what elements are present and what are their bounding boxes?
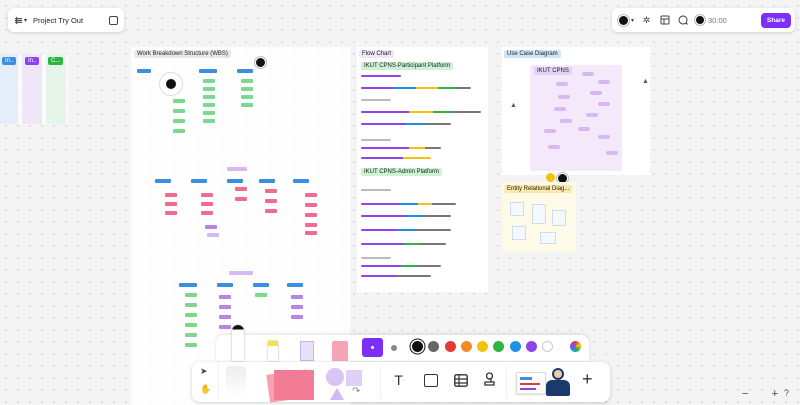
sticky-notes-tool[interactable] (264, 368, 316, 403)
select-cursor-icon[interactable]: ➤ (200, 366, 208, 377)
hand-pan-icon[interactable]: ✋ (200, 384, 211, 395)
color-swatch-red[interactable] (444, 341, 456, 352)
share-button[interactable]: Share (760, 12, 791, 28)
flow-subtitle: IKUT CPNS-Admin Platform (361, 168, 442, 176)
bottom-dock: ➤ ✋ ↷ · T · + (192, 362, 610, 403)
connector-icon[interactable]: ↷ (352, 386, 360, 397)
zoom-out-button[interactable]: − (742, 388, 748, 400)
marker-tool[interactable] (300, 341, 314, 361)
actor-icon: ▲ (642, 78, 649, 85)
eraser-tool[interactable] (332, 341, 348, 361)
tag-item[interactable]: In.. (2, 57, 17, 65)
color-swatch-black[interactable] (412, 341, 423, 352)
zoom-in-button[interactable]: + (772, 388, 778, 400)
frame-tool-icon[interactable] (424, 374, 438, 387)
actor-icon: ▲ (510, 102, 517, 109)
stamp-tool-icon[interactable] (483, 372, 496, 393)
text-tool[interactable]: · T · (392, 372, 405, 388)
erd-frame[interactable]: Entity Relational Diag... (502, 182, 576, 252)
color-swatch-blue[interactable] (509, 341, 521, 352)
magic-wand-icon[interactable]: ✲ (641, 15, 652, 26)
color-swatch-gray[interactable] (428, 341, 440, 352)
usecase-frame[interactable]: Use Case Diagram IKUT CPNS ▲ ▲ (502, 47, 650, 184)
collaborator-avatar (695, 15, 706, 25)
frame-title: Entity Relational Diag... (504, 185, 573, 193)
add-icon[interactable]: + (582, 369, 593, 390)
stroke-size[interactable] (391, 345, 397, 351)
tag-item[interactable]: C... (48, 57, 64, 65)
main-menu-button[interactable]: ▾ (14, 16, 27, 25)
color-picker-icon[interactable] (570, 341, 581, 352)
help-button[interactable]: ? (784, 388, 789, 398)
color-swatch-yellow[interactable] (477, 341, 489, 352)
project-bar: ▾ Project Try Out (8, 8, 124, 32)
collaborator-avatar (255, 57, 266, 68)
system-title: IKUT CPNS (534, 67, 572, 75)
highlighter-tool[interactable] (268, 341, 278, 361)
color-swatch-purple[interactable] (526, 341, 538, 352)
pen-tool[interactable] (232, 325, 244, 361)
tag-item[interactable]: In.. (25, 57, 40, 65)
templates-tool[interactable] (516, 368, 574, 398)
avatar (618, 14, 629, 26)
layers-icon (14, 16, 23, 24)
table-tool-icon[interactable] (454, 374, 468, 392)
drawing-tray (216, 325, 589, 361)
color-swatch-white[interactable] (542, 341, 554, 352)
color-swatch-orange[interactable] (460, 341, 472, 352)
pen-tool-large[interactable] (226, 366, 246, 400)
chevron-down-icon: ▾ (24, 17, 28, 24)
text-icon: T (394, 372, 403, 388)
zoom-controls: − + (742, 386, 778, 402)
frame-title: Use Case Diagram (504, 50, 561, 58)
comment-icon[interactable] (677, 15, 688, 26)
color-swatch-green[interactable] (493, 341, 505, 352)
collaborator-cursor (546, 173, 555, 182)
flowchart-frame[interactable]: Flow Chart IKUT CPNS-Participant Platfor… (357, 47, 488, 292)
layout-icon[interactable] (659, 15, 670, 26)
project-title[interactable]: Project Try Out (33, 16, 103, 25)
top-right-toolbar: ▾ ✲ 30:00 Share (612, 8, 795, 32)
user-avatar-button[interactable]: ▾ (618, 14, 635, 26)
left-partial-frame[interactable]: In.. In.. C... (0, 54, 68, 124)
timer: 30:00 (708, 15, 727, 25)
stroke-size-selected[interactable] (362, 338, 383, 357)
flow-subtitle: IKUT CPNS-Participant Platform (361, 62, 454, 70)
collaborator-cursor (160, 73, 182, 95)
chevron-down-icon: ▾ (631, 17, 635, 24)
frame-title: Work Breakdown Structure (WBS) (134, 50, 231, 58)
color-palette (412, 341, 554, 352)
timer-button[interactable]: 30:00 (695, 15, 727, 25)
duplicate-icon[interactable] (109, 15, 118, 25)
frame-title: Flow Chart (359, 50, 395, 58)
